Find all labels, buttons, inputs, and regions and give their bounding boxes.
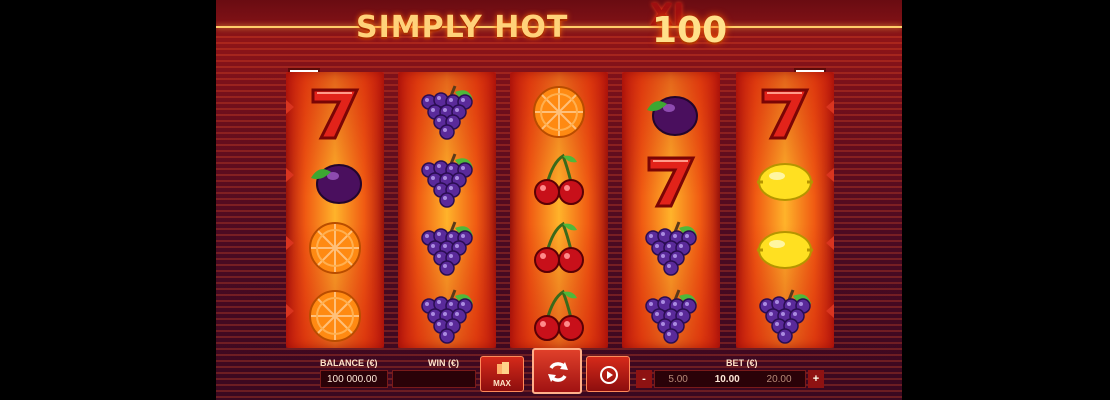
control-panel: BALANCE (€) 100 000.00 WIN (€) MAX BET (… (286, 348, 834, 398)
logo-number-text: 100 (652, 10, 728, 51)
symbol-cherries-icon (527, 284, 591, 348)
bet-next-value: 20.00 (766, 373, 792, 385)
refresh-arrows-icon (548, 362, 568, 382)
symbol-orange-icon (527, 80, 591, 144)
coin-stack-icon (497, 362, 509, 374)
balance-label: BALANCE (€) (320, 358, 378, 368)
autoplay-icon (600, 366, 618, 384)
symbol-grapes-icon (639, 216, 703, 280)
bet-increase-button[interactable]: + (808, 370, 824, 388)
symbol-plum-icon (303, 148, 367, 212)
bet-prev-value: 5.00 (668, 373, 688, 385)
balance-value: 100 000.00 (320, 370, 388, 388)
logo-main-text: SIMPLY HOT (356, 10, 569, 45)
bet-label: BET (€) (726, 358, 758, 368)
bet-selector: 5.00 10.00 20.00 (654, 370, 806, 388)
symbol-plum-icon (639, 80, 703, 144)
max-label: MAX (493, 379, 511, 388)
symbol-orange-icon (303, 284, 367, 348)
symbol-seven-icon (303, 80, 367, 144)
symbol-seven-icon (753, 80, 817, 144)
max-bet-button[interactable]: MAX (480, 356, 524, 392)
win-value (392, 370, 476, 388)
autoplay-button[interactable] (586, 356, 630, 392)
game-stage: SIMPLY HOT XL 100 100 100 BALANCE (€) 10… (216, 0, 902, 400)
symbol-cherries-icon (527, 148, 591, 212)
symbol-lemon-icon (753, 216, 817, 280)
bet-decrease-button[interactable]: - (636, 370, 652, 388)
symbol-orange-icon (303, 216, 367, 280)
symbol-grapes-icon (415, 284, 479, 348)
symbol-grapes-icon (415, 148, 479, 212)
symbol-seven-icon (639, 148, 703, 212)
win-label: WIN (€) (428, 358, 459, 368)
spin-button[interactable] (532, 348, 582, 394)
bet-current-value: 10.00 (714, 373, 740, 385)
symbol-grapes-icon (639, 284, 703, 348)
game-logo: SIMPLY HOT XL 100 (356, 0, 756, 51)
symbol-lemon-icon (753, 148, 817, 212)
symbol-grapes-icon (753, 284, 817, 348)
symbol-grapes-icon (415, 216, 479, 280)
symbol-grapes-icon (415, 80, 479, 144)
symbol-cherries-icon (527, 216, 591, 280)
